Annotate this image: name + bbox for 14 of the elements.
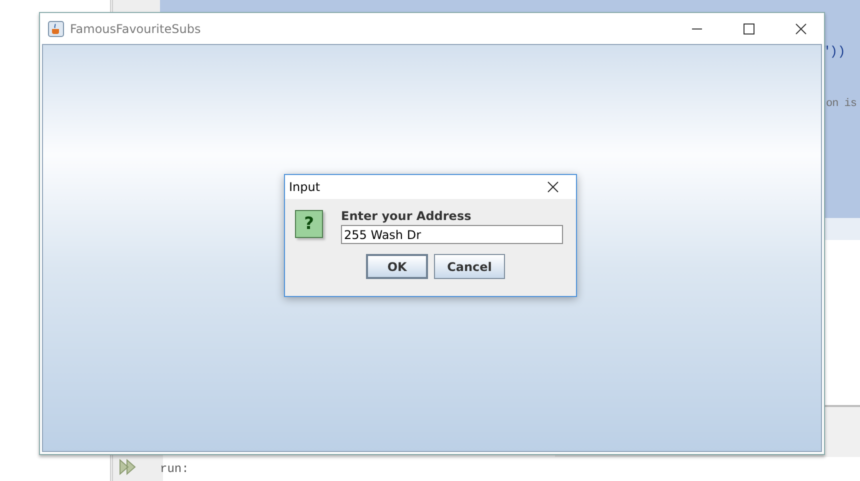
- cancel-button[interactable]: Cancel: [434, 254, 505, 279]
- maximize-icon: [743, 22, 755, 34]
- address-field[interactable]: 255 Wash Dr: [341, 225, 563, 244]
- dialog-title: Input: [289, 180, 322, 194]
- ok-button[interactable]: OK: [366, 254, 428, 279]
- code-text: on is: [826, 98, 857, 110]
- prompt-label: Enter your Address: [341, 209, 472, 223]
- close-icon: [795, 22, 807, 34]
- fast-forward-icon[interactable]: [119, 458, 137, 476]
- close-icon: [547, 181, 559, 193]
- output-text: run:: [160, 462, 189, 476]
- cup-icon: [48, 20, 64, 36]
- window-title: FamousFavouriteSubs: [70, 22, 202, 36]
- question-icon: ?: [295, 210, 323, 238]
